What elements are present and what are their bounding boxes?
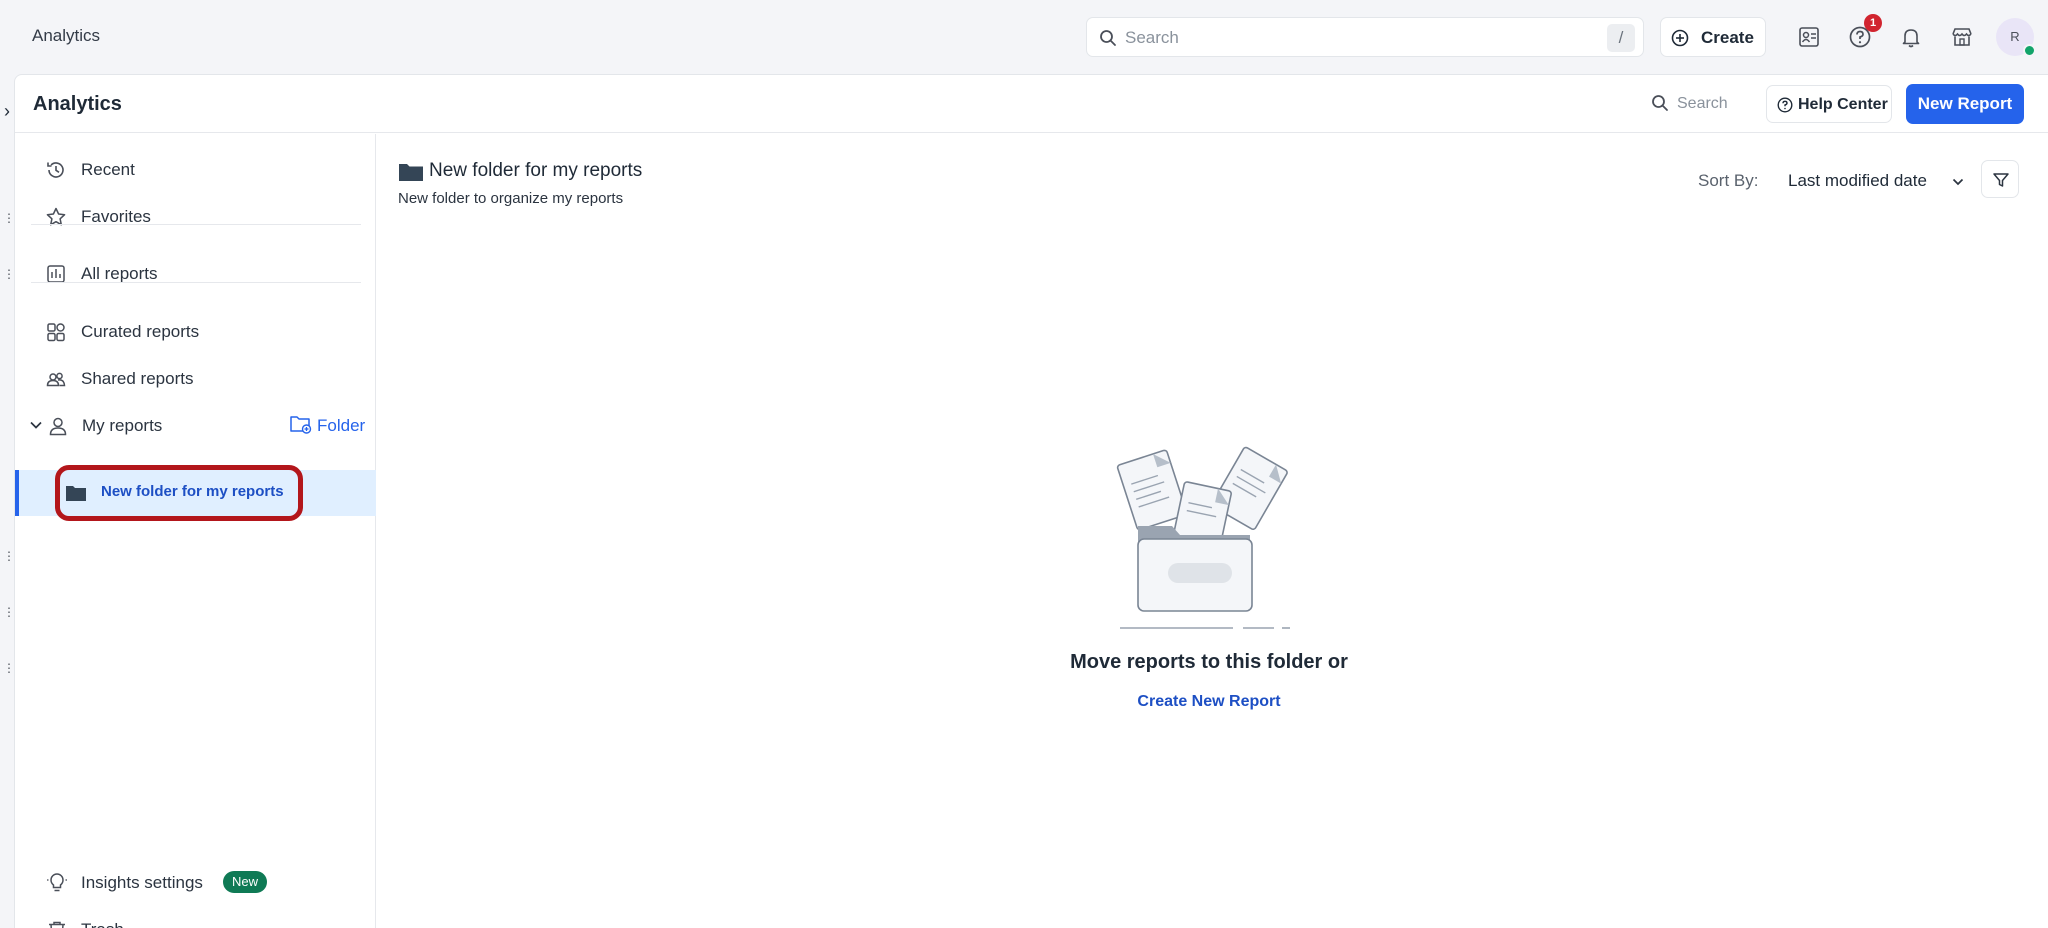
bell-icon[interactable] [1898, 24, 1924, 50]
create-label: Create [1701, 28, 1754, 47]
folder-icon [398, 162, 424, 182]
global-search-input[interactable]: Search / [1086, 17, 1644, 57]
contacts-icon[interactable] [1796, 24, 1822, 50]
search-label: Search [1677, 95, 1728, 112]
help-center-button[interactable]: Help Center [1766, 85, 1892, 123]
sidebar-item-label: All reports [81, 264, 158, 283]
sort-by-dropdown[interactable]: Last modified date [1788, 171, 1927, 191]
app-name: Analytics [32, 26, 101, 45]
store-icon[interactable] [1949, 24, 1975, 50]
search-placeholder: Search [1125, 28, 1179, 47]
panel-header: Analytics Search Help Center New Report [15, 75, 2048, 133]
help-center-label: Help Center [1798, 96, 1888, 113]
sidebar-item-label: Recent [81, 160, 135, 179]
notification-count-badge: 1 [1864, 14, 1882, 32]
sidebar-divider [31, 282, 361, 283]
drag-handle-icon[interactable]: ⋮ [3, 662, 15, 674]
folder-title: New folder for my reports [429, 160, 643, 181]
sidebar-item-curated-reports[interactable]: Curated reports [15, 311, 375, 351]
chevron-down-icon[interactable] [29, 418, 43, 432]
filter-button[interactable] [1981, 160, 2019, 198]
sidebar-item-favorites[interactable]: Favorites [15, 196, 375, 236]
sidebar-item-label: Curated reports [81, 322, 200, 341]
create-new-report-link[interactable]: Create New Report [909, 693, 1509, 711]
empty-state-title: Move reports to this folder or [1070, 651, 1348, 673]
chevron-down-icon[interactable] [1951, 175, 1965, 189]
sort-by-label: Sort By: [1698, 171, 1759, 190]
help-icon [1777, 97, 1793, 113]
new-report-button[interactable]: New Report [1906, 84, 2024, 124]
sidebar: Recent Favorites All reports Curated rep… [15, 134, 376, 928]
sidebar-item-label: Shared reports [81, 369, 194, 388]
search-icon [1099, 29, 1117, 47]
sidebar-item-trash[interactable]: Trash [15, 909, 375, 928]
search-shortcut-key: / [1607, 24, 1635, 52]
folder-plus-icon [289, 413, 313, 435]
add-folder-label: Folder [317, 416, 366, 435]
sidebar-item-label: Trash [81, 920, 124, 928]
history-icon [45, 159, 67, 181]
drag-handle-icon[interactable]: ⋮ [3, 606, 15, 618]
sidebar-item-recent[interactable]: Recent [15, 149, 375, 189]
highlight-annotation [55, 465, 303, 521]
main-panel: Analytics Search Help Center New Report … [14, 74, 2048, 928]
users-icon [45, 368, 67, 390]
expand-nav-chevron-icon[interactable]: › [4, 101, 10, 122]
drag-handle-icon[interactable]: ⋮ [3, 212, 15, 224]
sidebar-item-my-reports[interactable]: My reports Folder [15, 405, 375, 445]
filter-icon [1992, 171, 2010, 189]
lightbulb-icon [46, 872, 68, 894]
drag-handle-icon[interactable]: ⋮ [3, 550, 15, 562]
top-bar: Analytics Search / Create 1 R [0, 0, 2048, 74]
new-badge: New [223, 871, 268, 893]
trash-icon [46, 919, 68, 928]
sidebar-item-all-reports[interactable]: All reports [15, 253, 375, 293]
user-icon [47, 415, 69, 437]
folder-description: New folder to organize my reports [398, 190, 624, 207]
empty-folder-illustration [1108, 446, 1298, 631]
sidebar-item-label: Insights settings [81, 873, 203, 892]
sidebar-item-shared-reports[interactable]: Shared reports [15, 358, 375, 398]
search-icon [1651, 94, 1669, 112]
sidebar-item-insights-settings[interactable]: Insights settings New [15, 862, 375, 902]
plus-circle-icon [1671, 29, 1689, 47]
grid-icon [45, 321, 67, 343]
online-status-dot [2023, 44, 2036, 57]
create-button[interactable]: Create [1660, 17, 1766, 57]
drag-handle-icon[interactable]: ⋮ [3, 268, 15, 280]
sidebar-item-label: My reports [82, 416, 163, 435]
page-title: Analytics [33, 93, 122, 115]
sidebar-divider [31, 224, 361, 225]
